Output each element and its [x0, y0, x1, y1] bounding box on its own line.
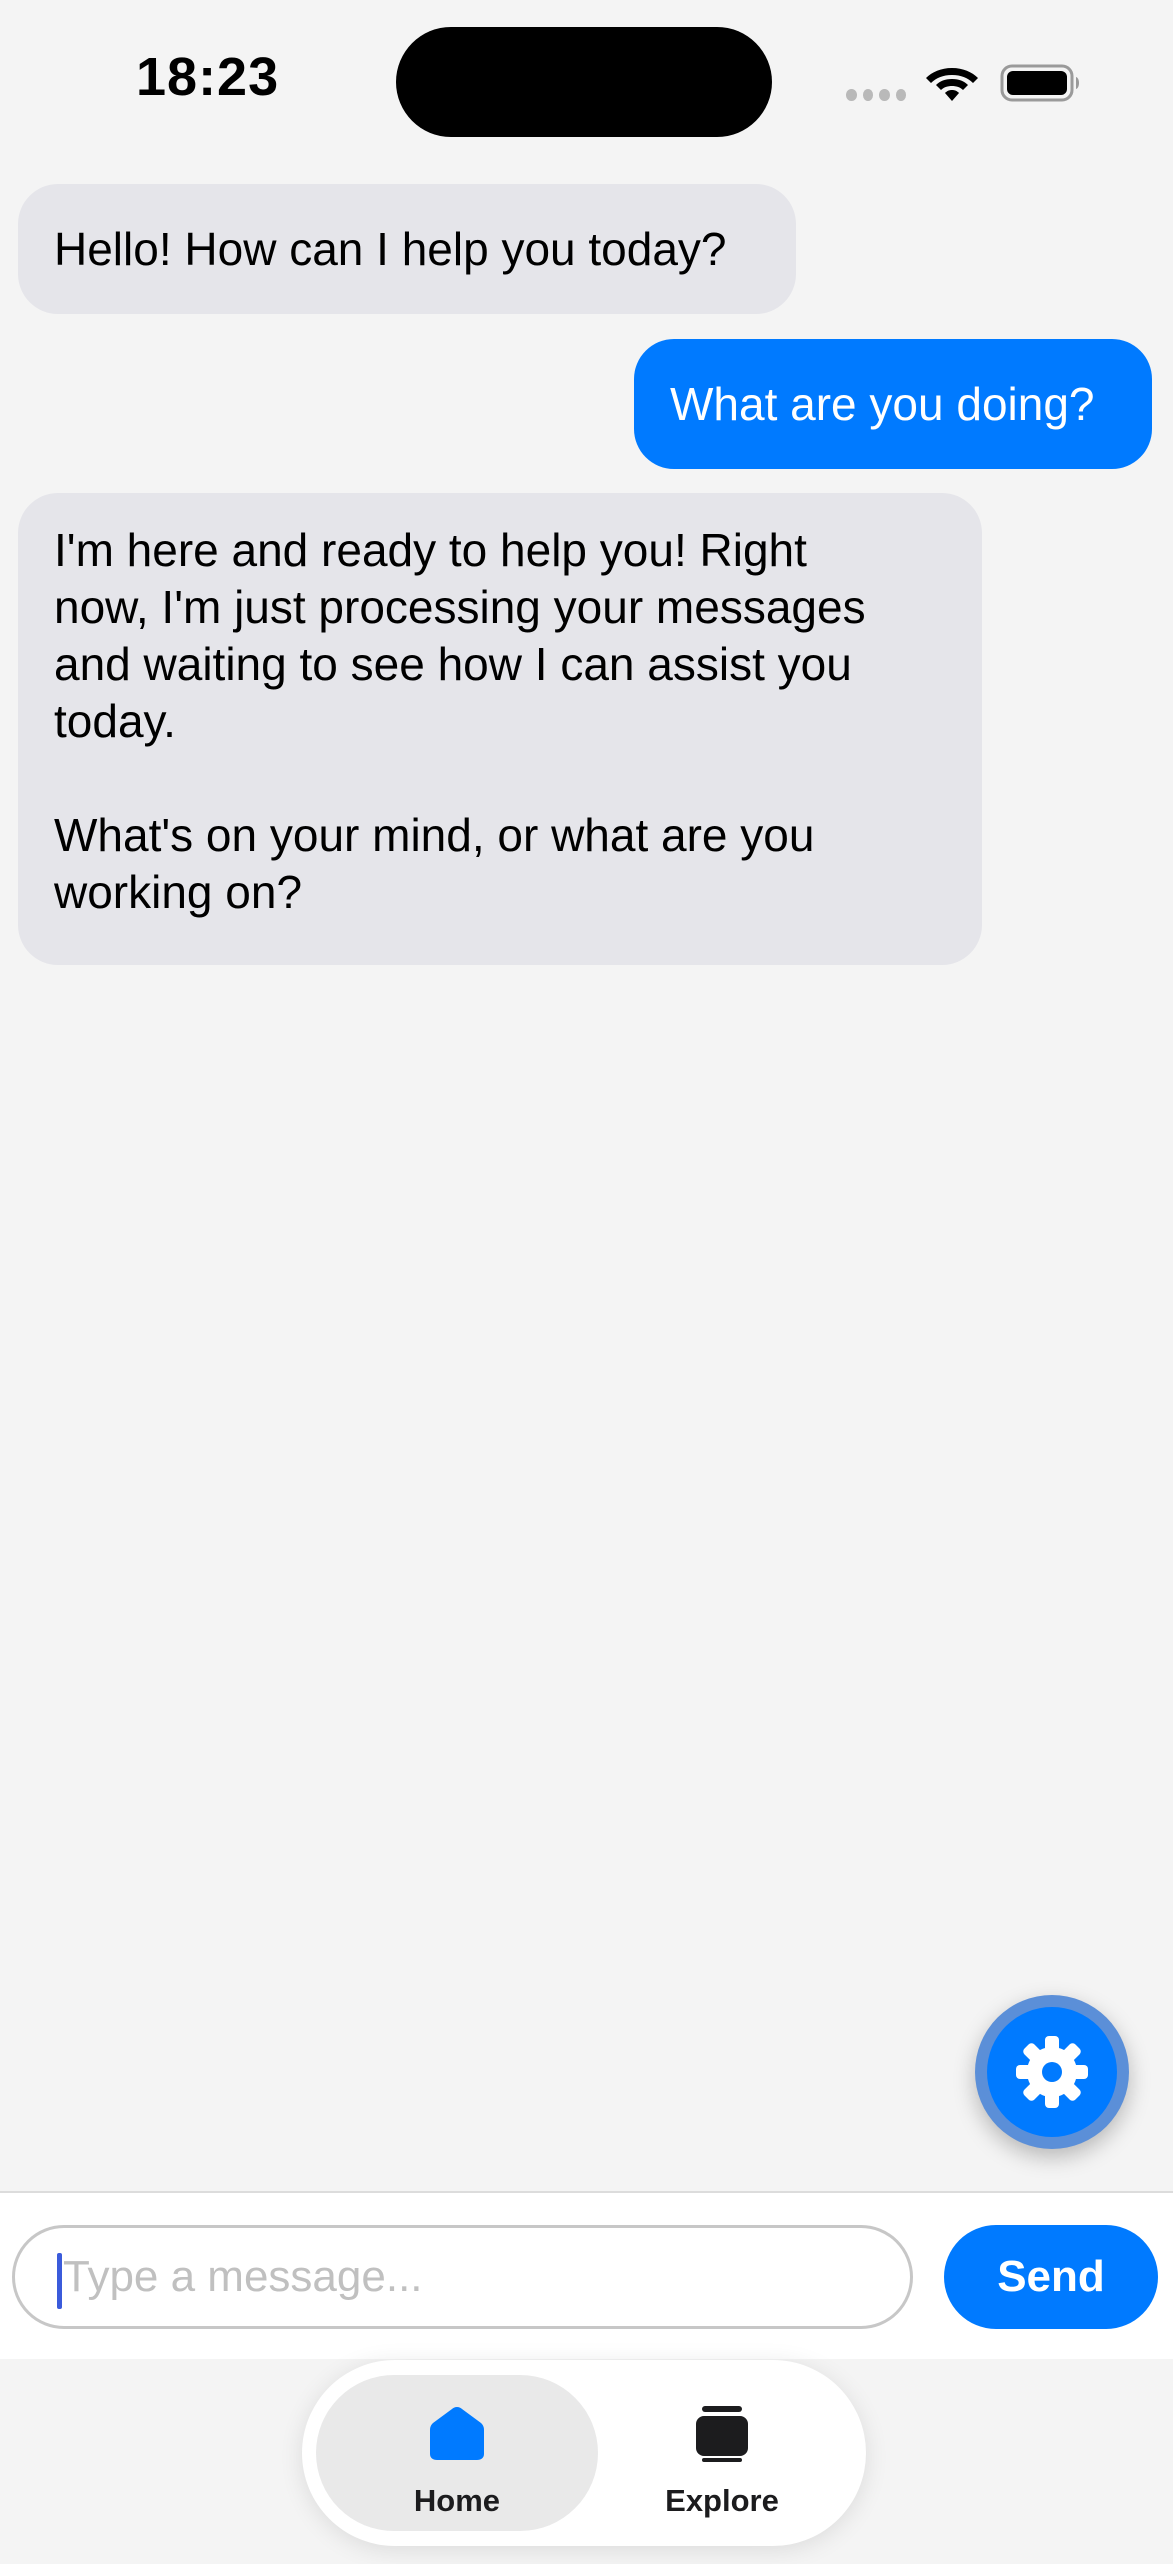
wifi-icon — [926, 68, 978, 101]
text-cursor — [57, 2253, 62, 2309]
composer-bar: Send — [0, 2191, 1173, 2359]
cellular-signal-icon — [846, 89, 906, 101]
tab-label: Home — [413, 2483, 501, 2518]
chat-screen: 18:23 Hello! How can I help you today? W… — [0, 0, 1173, 2564]
message-text: Hello! How can I help you today? — [54, 222, 727, 275]
stack-icon — [696, 2406, 748, 2462]
send-button[interactable]: Send — [944, 2225, 1158, 2329]
tab-explore[interactable]: Explore — [592, 2375, 852, 2531]
dynamic-island — [396, 27, 772, 137]
user-message: What are you doing? — [634, 339, 1152, 469]
message-text: What are you doing? — [670, 377, 1095, 430]
tab-bar: Home Explore — [302, 2360, 866, 2546]
status-time: 18:23 — [136, 47, 280, 107]
settings-button[interactable] — [987, 2007, 1117, 2137]
tab-home[interactable]: Home — [316, 2375, 598, 2531]
message-input[interactable] — [12, 2225, 913, 2329]
battery-icon — [1000, 64, 1079, 102]
gear-icon — [1016, 2036, 1088, 2108]
assistant-message: Hello! How can I help you today? — [18, 184, 796, 314]
assistant-message: I'm here and ready to help you! Right no… — [18, 493, 982, 965]
tab-label: Explore — [665, 2483, 779, 2518]
house-icon — [430, 2407, 484, 2460]
